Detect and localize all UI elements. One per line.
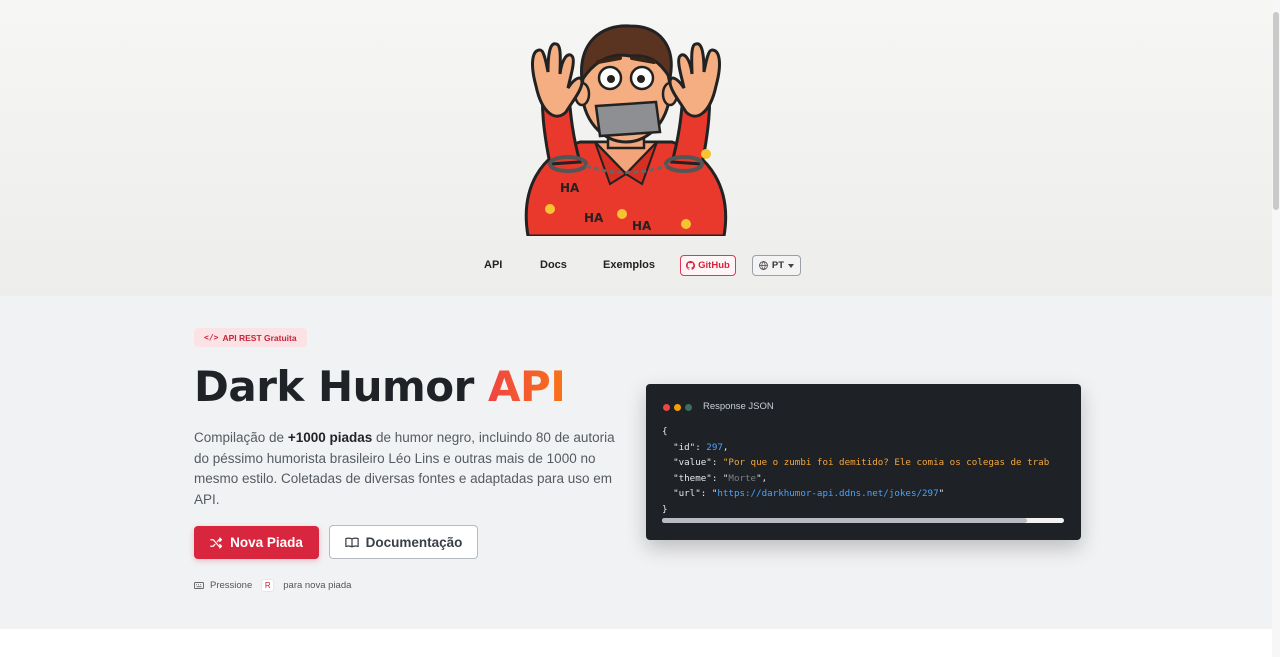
red-dot-icon [663,404,670,411]
chevron-down-icon [788,263,795,268]
desc-bold: +1000 piadas [287,430,373,445]
code-card-title: Response JSON [703,401,774,412]
title-main: Dark Humor [194,362,474,411]
json-close-brace: } [662,503,668,515]
json-value-id: 297 [706,441,723,453]
hint-key: R [261,579,275,592]
shirt-text-1: HA [560,181,580,195]
code-scrollbar-thumb[interactable] [662,518,1027,523]
json-key-url: "url" [673,488,701,499]
json-value-url: https://darkhumor-api.ddns.net/jokes/297 [717,488,939,499]
hint-after: para nova piada [283,580,352,591]
language-select[interactable]: PT [752,255,801,276]
keyboard-icon [194,582,204,589]
api-badge: </> API REST Gratuita [194,328,307,347]
next-section [0,629,1280,657]
new-joke-label: Nova Piada [230,535,303,550]
json-open-brace: { [662,426,668,437]
globe-icon [759,261,768,270]
json-key-id: "id" [673,441,696,453]
response-json-card: Response JSON { "id": 297, "value": "Por… [646,384,1081,540]
github-label: GitHub [698,260,730,271]
json-response: { "id": 297, "value": "Por que o zumbi f… [662,426,1050,515]
shuffle-icon [210,536,223,549]
nav-link-docs[interactable]: Docs [540,259,567,271]
keyboard-hint: Pressione R para nova piada [194,579,351,592]
nav-link-api[interactable]: API [484,259,502,271]
github-icon [686,261,696,270]
json-value-theme: Morte [728,472,757,484]
desc-part-1: Compilação de [194,430,288,445]
language-label: PT [771,260,785,271]
json-key-theme: "theme" [673,472,712,484]
code-icon: </> [204,333,219,342]
documentation-button[interactable]: Documentação [329,525,478,559]
main-nav: API Docs Exemplos GitHub PT [0,254,1280,278]
page-scrollbar-thumb[interactable] [1273,12,1279,210]
github-button[interactable]: GitHub [680,255,736,276]
mascot-illustration: HA HA HA [524,24,728,236]
window-dots [663,404,692,411]
shirt-text-3: HA [632,219,652,233]
hero-description: Compilação de +1000 piadas de humor negr… [194,428,624,510]
hero-section: </> API REST Gratuita Dark Humor API Com… [0,296,1280,629]
documentation-label: Documentação [365,534,463,550]
page-scrollbar[interactable] [1272,0,1280,657]
json-key-value: "value" [673,457,712,468]
yellow-dot-icon [674,404,681,411]
badge-label: API REST Gratuita [222,332,297,343]
new-joke-button[interactable]: Nova Piada [194,526,319,559]
nav-link-examples[interactable]: Exemplos [603,259,655,271]
title-accent: API [487,362,566,411]
hint-before: Pressione [210,580,253,591]
shirt-text-2: HA [584,211,604,225]
page-header: HA HA HA API Docs Exemplos GitHub PT [0,0,1280,296]
book-icon [344,537,359,547]
json-value-value: "Por que o zumbi foi demitido? Ele comia… [722,457,1050,468]
green-dot-icon [685,404,692,411]
page-title: Dark Humor API [194,362,566,411]
